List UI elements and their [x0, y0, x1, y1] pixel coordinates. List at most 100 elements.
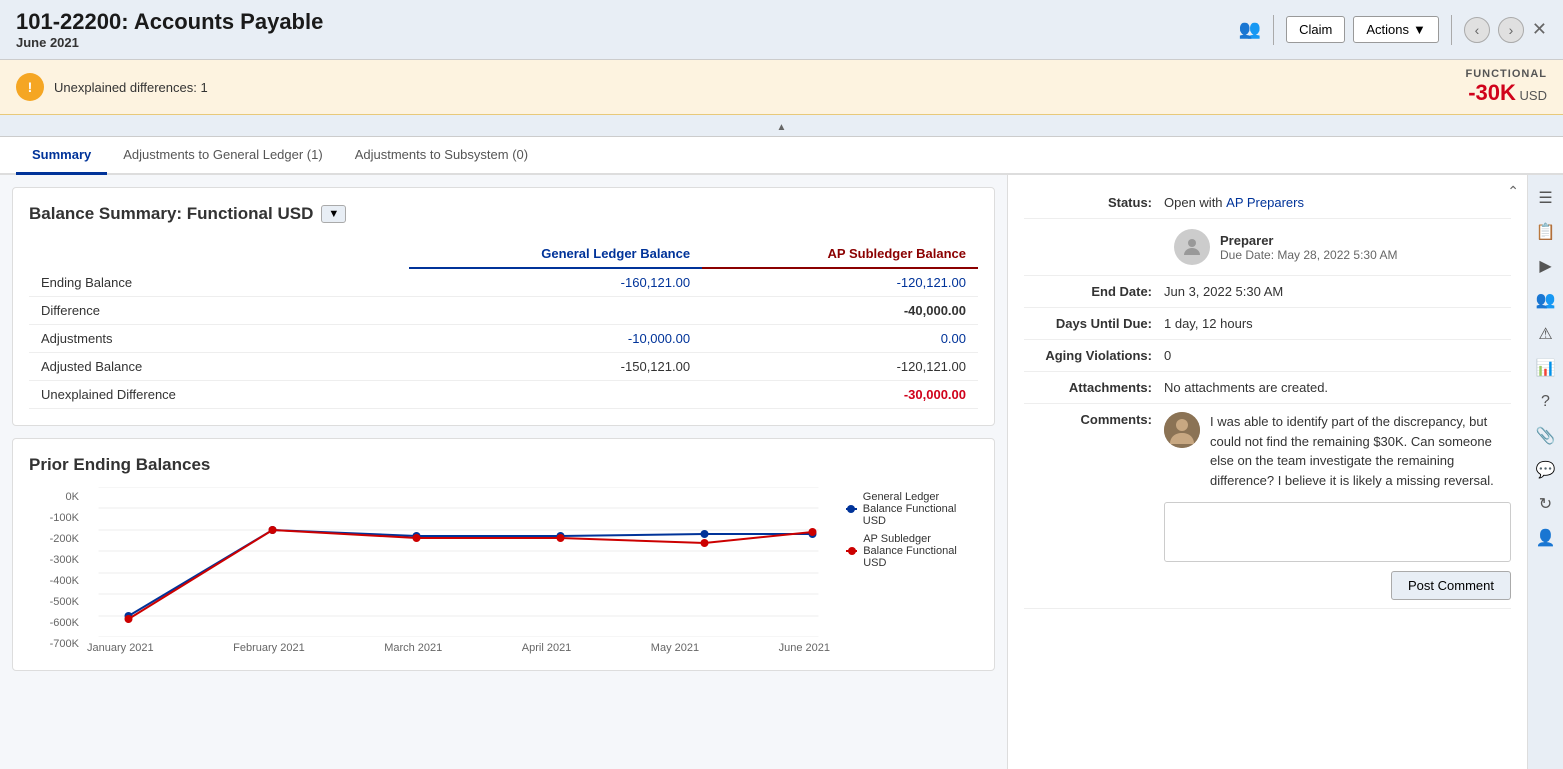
- page-title: 101-22200: Accounts Payable: [16, 9, 323, 35]
- sidebar-users-icon[interactable]: 👥: [1531, 285, 1561, 315]
- header-divider2: [1451, 15, 1452, 45]
- collapse-icon: ▲: [777, 122, 787, 133]
- attachments-value: No attachments are created.: [1164, 380, 1511, 395]
- status-row: Status: Open with AP Preparers: [1024, 187, 1511, 219]
- balance-row-gl: -10,000.00: [409, 325, 702, 353]
- actions-label: Actions: [1366, 22, 1409, 37]
- status-value: Open with AP Preparers: [1164, 195, 1511, 210]
- attachments-label: Attachments:: [1024, 380, 1164, 395]
- comments-row: Comments: I was able to identify part of…: [1024, 404, 1511, 609]
- comment-box: I was able to identify part of the discr…: [1164, 412, 1511, 490]
- card-title: Balance Summary: Functional USD ▼: [29, 204, 978, 224]
- balance-row-label: Ending Balance: [29, 268, 409, 297]
- status-label: Status:: [1024, 195, 1164, 210]
- prev-nav-button[interactable]: ‹: [1464, 17, 1490, 43]
- balance-row-label: Difference: [29, 297, 409, 325]
- col-label-header: [29, 240, 409, 268]
- functional-amount: -30K: [1468, 80, 1516, 105]
- chart-wrapper: 0K -100K -200K -300K -400K -500K -600K -…: [29, 487, 978, 654]
- sidebar-warning-icon[interactable]: ⚠: [1531, 319, 1561, 349]
- post-comment-container: Post Comment: [1164, 565, 1511, 600]
- balance-dropdown-button[interactable]: ▼: [321, 205, 346, 223]
- sidebar-chat-icon[interactable]: 💬: [1531, 455, 1561, 485]
- balance-row-ap: -40,000.00: [702, 297, 978, 325]
- end-date-row: End Date: Jun 3, 2022 5:30 AM: [1024, 276, 1511, 308]
- end-date-value: Jun 3, 2022 5:30 AM: [1164, 284, 1511, 299]
- balance-row-label: Adjustments: [29, 325, 409, 353]
- functional-currency: USD: [1520, 88, 1547, 103]
- right-panel: ⌃ Status: Open with AP Preparers: [1007, 175, 1527, 769]
- post-comment-button[interactable]: Post Comment: [1391, 571, 1511, 600]
- sidebar-help-icon[interactable]: ?: [1531, 387, 1561, 417]
- legend-gl: General Ledger Balance Functional USD: [846, 491, 970, 527]
- sidebar-attachment-icon[interactable]: 📎: [1531, 421, 1561, 451]
- balance-row-ap: 0.00: [702, 325, 978, 353]
- balance-row-ap: -30,000.00: [702, 381, 978, 409]
- functional-summary: FUNCTIONAL -30K USD: [1466, 68, 1548, 106]
- user-group-icon[interactable]: 👥: [1239, 19, 1261, 40]
- comments-content: I was able to identify part of the discr…: [1164, 412, 1511, 600]
- balance-row-ap: -120,121.00: [702, 353, 978, 381]
- tabs-bar: Summary Adjustments to General Ledger (1…: [0, 137, 1563, 175]
- close-button[interactable]: ✕: [1532, 19, 1547, 40]
- balance-row-gl: -160,121.00: [409, 268, 702, 297]
- sidebar-user-icon[interactable]: 👤: [1531, 523, 1561, 553]
- balance-row-ap: -120,121.00: [702, 268, 978, 297]
- right-panel-content: Status: Open with AP Preparers Preparer …: [1008, 175, 1527, 621]
- balance-row-gl: [409, 297, 702, 325]
- balance-table-row: Adjustments-10,000.000.00: [29, 325, 978, 353]
- app-header: 101-22200: Accounts Payable June 2021 👥 …: [0, 0, 1563, 60]
- balance-summary-card: Balance Summary: Functional USD ▼ Genera…: [12, 187, 995, 426]
- col-ap-header: AP Subledger Balance: [702, 240, 978, 268]
- tab-adjustments-gl[interactable]: Adjustments to General Ledger (1): [107, 137, 338, 175]
- tab-summary[interactable]: Summary: [16, 137, 107, 175]
- preparer-due: Due Date: May 28, 2022 5:30 AM: [1220, 248, 1397, 262]
- header-title-section: 101-22200: Accounts Payable June 2021: [16, 9, 323, 50]
- preparer-avatar: [1174, 229, 1210, 265]
- sidebar-doc-icon[interactable]: 📋: [1531, 217, 1561, 247]
- prior-ending-title: Prior Ending Balances: [29, 455, 978, 475]
- days-until-due-row: Days Until Due: 1 day, 12 hours: [1024, 308, 1511, 340]
- warning-left: ! Unexplained differences: 1: [16, 73, 208, 101]
- right-sidebar: ☰ 📋 ▶ 👥 ⚠ 📊 ? 📎 💬 ↻ 👤: [1527, 175, 1563, 769]
- warning-banner: ! Unexplained differences: 1 FUNCTIONAL …: [0, 60, 1563, 115]
- days-until-due-value: 1 day, 12 hours: [1164, 316, 1511, 331]
- alert-icon: !: [16, 73, 44, 101]
- col-gl-header: General Ledger Balance: [409, 240, 702, 268]
- sidebar-list-icon[interactable]: ☰: [1531, 183, 1561, 213]
- main-layout: Balance Summary: Functional USD ▼ Genera…: [0, 175, 1563, 769]
- balance-table-row: Adjusted Balance-150,121.00-120,121.00: [29, 353, 978, 381]
- chart-svg: [87, 487, 830, 637]
- chart-legend: General Ledger Balance Functional USD AP…: [838, 487, 978, 654]
- balance-table-row: Unexplained Difference-30,000.00: [29, 381, 978, 409]
- page-subtitle: June 2021: [16, 35, 323, 50]
- balance-row-gl: [409, 381, 702, 409]
- balance-table: General Ledger Balance AP Subledger Bala…: [29, 240, 978, 409]
- next-nav-button[interactable]: ›: [1498, 17, 1524, 43]
- comment-input[interactable]: [1164, 502, 1511, 562]
- end-date-label: End Date:: [1024, 284, 1164, 299]
- actions-button[interactable]: Actions ▼: [1353, 16, 1439, 43]
- left-panel: Balance Summary: Functional USD ▼ Genera…: [0, 175, 1007, 769]
- preparer-row: Preparer Due Date: May 28, 2022 5:30 AM: [1024, 219, 1511, 276]
- legend-ap: AP Subledger Balance Functional USD: [846, 533, 970, 569]
- comment-text: I was able to identify part of the discr…: [1210, 412, 1511, 490]
- y-axis-labels: 0K -100K -200K -300K -400K -500K -600K -…: [29, 487, 79, 654]
- sidebar-refresh-icon[interactable]: ↻: [1531, 489, 1561, 519]
- functional-label: FUNCTIONAL: [1466, 68, 1548, 80]
- collapse-right-button[interactable]: ⌃: [1507, 183, 1519, 200]
- preparer-name: Preparer: [1220, 233, 1397, 248]
- comments-label: Comments:: [1024, 412, 1164, 427]
- sidebar-table-icon[interactable]: 📊: [1531, 353, 1561, 383]
- collapse-bar[interactable]: ▲: [0, 115, 1563, 137]
- ap-preparers-link[interactable]: AP Preparers: [1226, 195, 1304, 210]
- aging-value: 0: [1164, 348, 1511, 363]
- balance-row-label: Adjusted Balance: [29, 353, 409, 381]
- sidebar-play-icon[interactable]: ▶: [1531, 251, 1561, 281]
- commenter-avatar: [1164, 412, 1200, 448]
- tab-adjustments-subsystem[interactable]: Adjustments to Subsystem (0): [339, 137, 544, 175]
- days-until-due-label: Days Until Due:: [1024, 316, 1164, 331]
- claim-button[interactable]: Claim: [1286, 16, 1345, 43]
- preparer-info: Preparer Due Date: May 28, 2022 5:30 AM: [1220, 233, 1397, 262]
- balance-row-gl: -150,121.00: [409, 353, 702, 381]
